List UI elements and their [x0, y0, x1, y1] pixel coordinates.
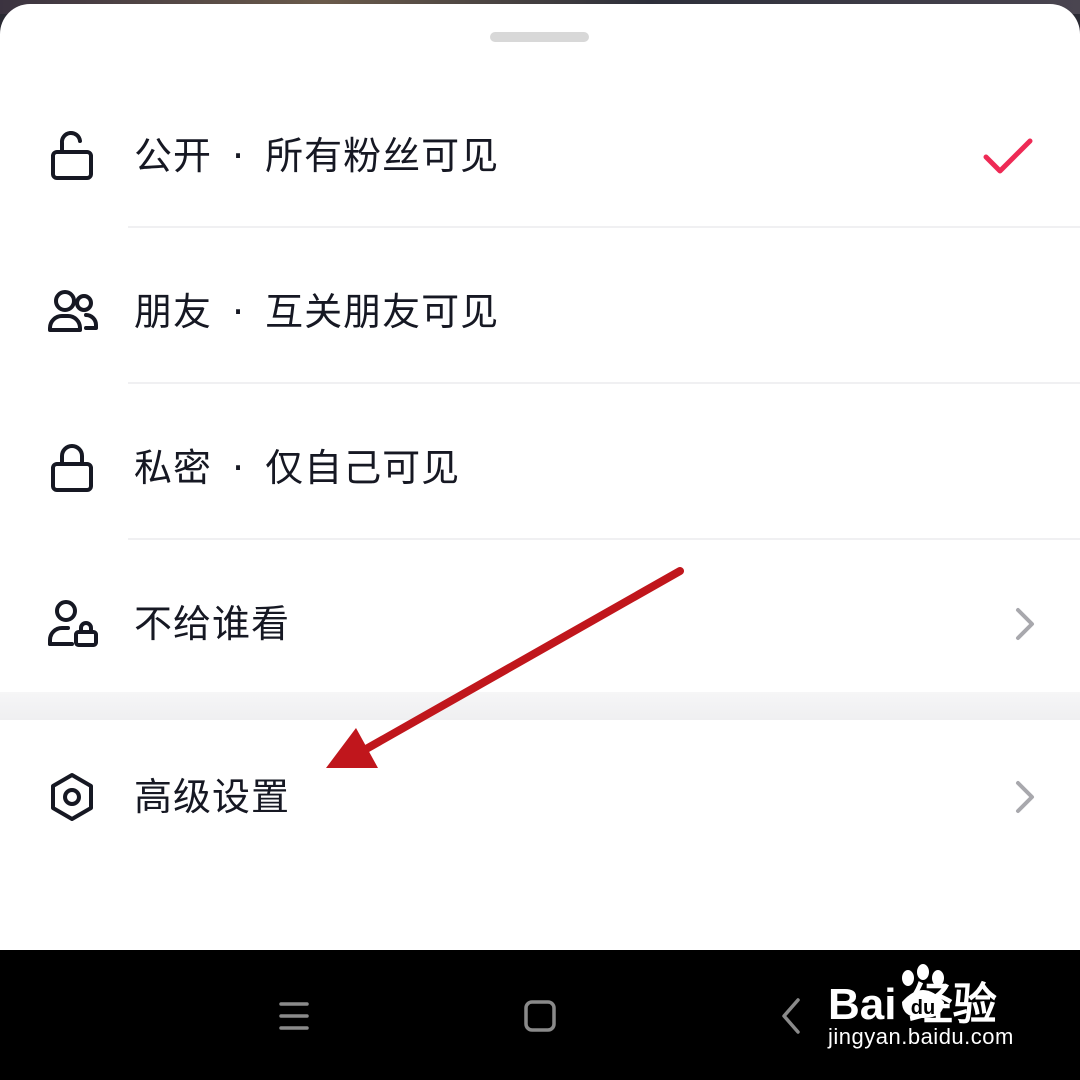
paw-logo-icon: du — [902, 964, 944, 1019]
option-friends[interactable]: 朋友 · 互关朋友可见 — [0, 235, 1080, 389]
user-lock-icon — [42, 594, 102, 654]
section-separator — [0, 692, 1080, 720]
advanced-settings-label: 高级设置 — [134, 775, 291, 819]
option-friends-title: 朋友 — [134, 290, 213, 334]
option-friends-desc: 互关朋友可见 — [265, 290, 500, 334]
unlock-icon — [42, 126, 102, 186]
option-private-title: 私密 — [134, 446, 213, 490]
option-public-desc: 所有粉丝可见 — [265, 134, 500, 178]
option-hide-from-label: 不给谁看 — [134, 602, 291, 646]
watermark-url: jingyan.baidu.com — [828, 1024, 1014, 1049]
home-icon[interactable] — [512, 988, 568, 1044]
friends-icon — [42, 282, 102, 342]
divider — [128, 226, 1080, 228]
option-private-label: 私密 · 仅自己可见 — [134, 391, 460, 545]
advanced-settings-row[interactable]: 高级设置 — [0, 720, 1080, 874]
divider — [128, 382, 1080, 384]
chevron-right-icon — [1010, 604, 1040, 644]
option-public[interactable]: 公开 · 所有粉丝可见 — [0, 79, 1080, 233]
option-private[interactable]: 私密 · 仅自己可见 — [0, 391, 1080, 545]
option-private-separator: · — [232, 446, 246, 490]
hexagon-settings-icon — [42, 767, 102, 827]
back-icon[interactable] — [762, 988, 818, 1044]
watermark-du: du — [911, 997, 935, 1019]
option-public-separator: · — [232, 134, 246, 178]
privacy-bottom-sheet: 公开 · 所有粉丝可见 朋友 · 互关朋友可见 私密 · 仅自己可见 不给谁看 … — [0, 4, 1080, 950]
lock-icon — [42, 438, 102, 498]
option-friends-separator: · — [232, 290, 246, 334]
option-public-title: 公开 — [134, 134, 213, 178]
menu-icon[interactable] — [266, 988, 322, 1044]
divider — [128, 538, 1080, 540]
chevron-right-icon — [1010, 777, 1040, 817]
option-hide-from[interactable]: 不给谁看 — [0, 547, 1080, 701]
baidu-jingyan-watermark: Bai 经验 du jingyan.baidu.com — [828, 962, 1068, 1066]
sheet-drag-handle[interactable] — [490, 32, 589, 42]
option-public-label: 公开 · 所有粉丝可见 — [134, 79, 499, 233]
option-private-desc: 仅自己可见 — [265, 446, 461, 490]
option-friends-label: 朋友 · 互关朋友可见 — [134, 235, 499, 389]
selected-check-icon — [980, 129, 1036, 185]
